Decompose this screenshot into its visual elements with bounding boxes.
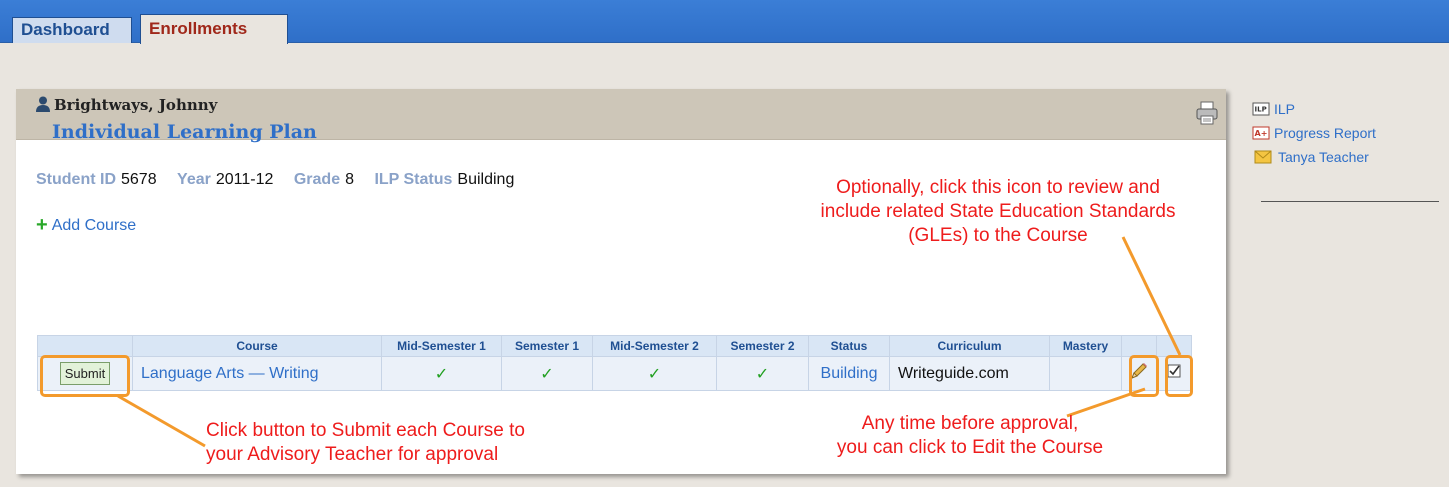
sidebar-item-progress-report-label: Progress Report	[1274, 125, 1376, 141]
right-sidebar: ILP ILP A+ Progress Report Tanya Teacher	[1252, 97, 1376, 169]
ilp-document-icon: ILP	[1252, 102, 1270, 116]
submit-annotation-line-2: your Advisory Teacher for approval	[206, 444, 499, 465]
svg-text:A+: A+	[1255, 129, 1268, 138]
report-card-icon: A+	[1252, 126, 1270, 140]
callout-lines	[117, 236, 1182, 448]
sidebar-item-teacher[interactable]: Tanya Teacher	[1252, 145, 1376, 169]
standards-annotation-line-3: (GLEs) to the Course	[908, 225, 1088, 246]
standards-annotation-line-1: Optionally, click this icon to review an…	[836, 177, 1160, 198]
edit-annotation-line-2: you can click to Edit the Course	[836, 437, 1104, 458]
sidebar-item-ilp[interactable]: ILP ILP	[1252, 97, 1376, 121]
submit-annotation: Click button to Submit each Course to yo…	[206, 419, 525, 467]
svg-text:ILP: ILP	[1255, 106, 1267, 114]
sidebar-divider	[1261, 201, 1439, 202]
sidebar-item-ilp-label: ILP	[1274, 101, 1296, 117]
edit-annotation-line-1: Any time before approval,	[861, 413, 1079, 434]
submit-annotation-line-1: Click button to Submit each Course to	[206, 420, 525, 441]
standards-annotation-line-2: include related State Education Standard…	[820, 201, 1176, 222]
standards-annotation: Optionally, click this icon to review an…	[778, 176, 1218, 248]
envelope-icon	[1254, 150, 1272, 164]
edit-annotation: Any time before approval, you can click …	[760, 412, 1180, 460]
sidebar-item-progress-report[interactable]: A+ Progress Report	[1252, 121, 1376, 145]
sidebar-item-teacher-label: Tanya Teacher	[1278, 149, 1369, 165]
